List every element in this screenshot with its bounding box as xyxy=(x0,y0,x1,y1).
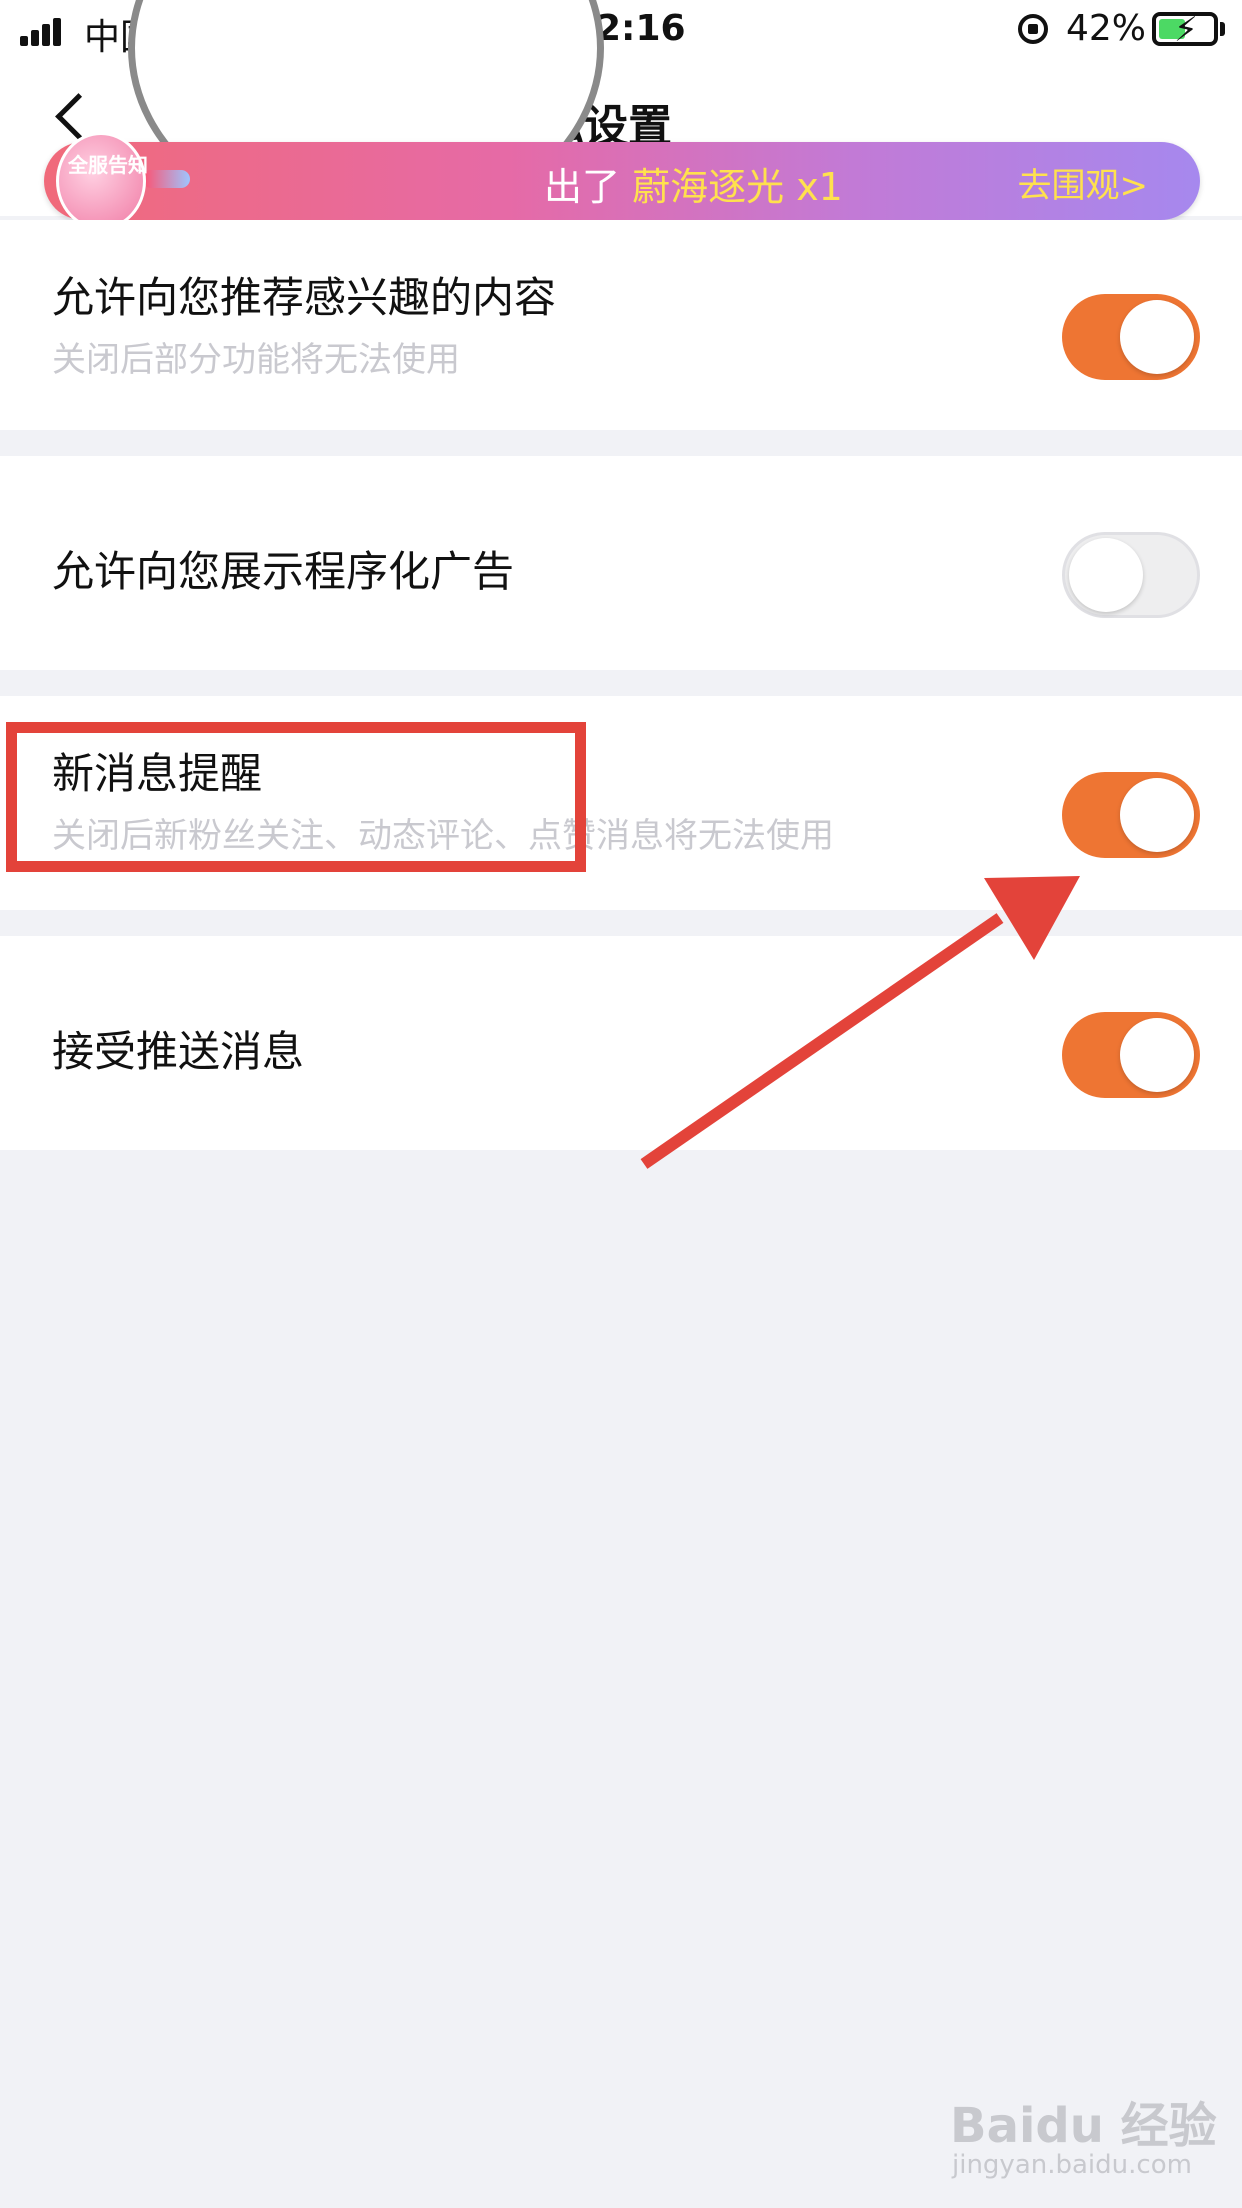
watermark-url: jingyan.baidu.com xyxy=(952,2150,1192,2180)
watermark-logo: Baidu 经验 xyxy=(950,2098,1217,2154)
annotation-arrow xyxy=(640,876,1080,1169)
